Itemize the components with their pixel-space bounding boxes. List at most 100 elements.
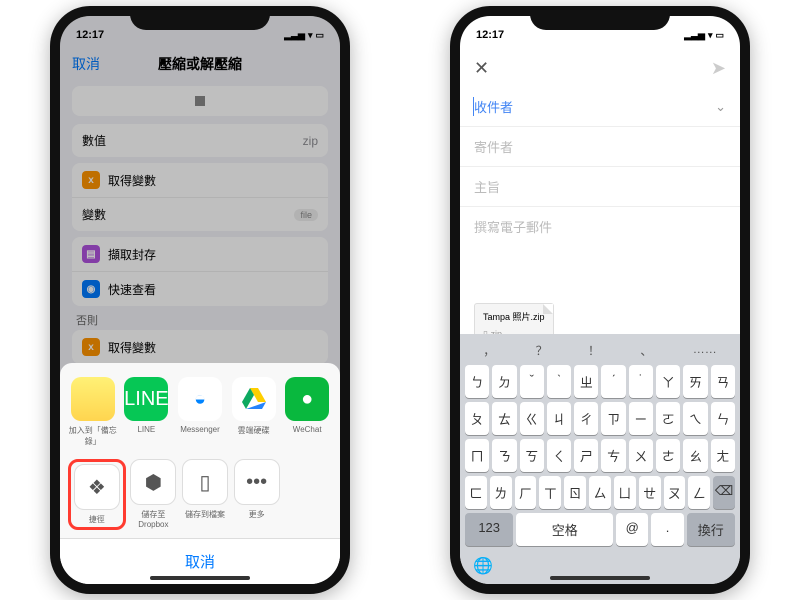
key-row-4: ㄈㄌㄏㄒㄖㄙㄩㄝㄡㄥ⌫ <box>463 476 737 509</box>
more-icon: ••• <box>234 459 280 505</box>
key-ㄧ[interactable]: ㄧ <box>629 402 653 435</box>
share-line-label: LINE <box>137 425 155 434</box>
share-files[interactable]: ▯ 儲存到檔案 <box>181 459 229 530</box>
sugg-2[interactable]: ！ <box>588 342 600 359</box>
space-key[interactable]: 空格 <box>516 513 613 546</box>
key-ㄙ[interactable]: ㄙ <box>589 476 611 509</box>
key-ˋ[interactable]: ˋ <box>547 365 571 398</box>
key-ㄩ[interactable]: ㄩ <box>614 476 636 509</box>
key-ㄑ[interactable]: ㄑ <box>547 439 571 472</box>
chevron-down-icon[interactable]: ⌄ <box>715 99 726 115</box>
at-key[interactable]: @ <box>616 513 648 546</box>
key-ㄓ[interactable]: ㄓ <box>574 365 598 398</box>
share-dropbox[interactable]: ⬢儲存至 Dropbox <box>129 459 177 530</box>
wifi-icon: ▾ <box>708 30 713 41</box>
suggestion-row: ， ？ ！ 、 …… <box>463 338 737 365</box>
subject-field[interactable]: 主旨 <box>460 167 740 207</box>
body-field[interactable]: 撰寫電子郵件 <box>460 207 740 297</box>
share-row-actions: ❖捷徑 ⬢儲存至 Dropbox ▯ 儲存到檔案 •••更多 <box>60 455 340 538</box>
sugg-1[interactable]: ？ <box>536 342 548 359</box>
send-button[interactable]: ➤ <box>711 58 726 79</box>
home-indicator[interactable] <box>550 576 650 580</box>
phone-left: 12:17 ▂▃▅ ▾ ▭ 取消 壓縮或解壓縮 數值 zip x 取得變數 變數 <box>50 6 350 594</box>
key-ㄥ[interactable]: ㄥ <box>688 476 710 509</box>
share-dropbox-label: 儲存至 Dropbox <box>129 509 177 529</box>
key-ㄛ[interactable]: ㄛ <box>656 402 680 435</box>
body-placeholder: 撰寫電子郵件 <box>474 220 552 235</box>
drive-icon <box>232 377 276 421</box>
key-ㄠ[interactable]: ㄠ <box>683 439 707 472</box>
to-field[interactable]: 收件者 ⌄ <box>460 87 740 127</box>
compose-header: ✕ ➤ <box>460 50 740 87</box>
from-field[interactable]: 寄件者 <box>460 127 740 167</box>
sugg-4[interactable]: …… <box>693 342 717 359</box>
key-ㄚ[interactable]: ㄚ <box>656 365 680 398</box>
key-ㄝ[interactable]: ㄝ <box>639 476 661 509</box>
key-ㄡ[interactable]: ㄡ <box>664 476 686 509</box>
key-ㄌ[interactable]: ㄌ <box>490 476 512 509</box>
key-ㄨ[interactable]: ㄨ <box>629 439 653 472</box>
return-key[interactable]: 換行 <box>687 513 735 546</box>
to-label: 收件者 <box>474 100 513 115</box>
messenger-icon: ◒ <box>178 377 222 421</box>
key-ㄋ[interactable]: ㄋ <box>492 439 516 472</box>
shortcuts-highlight: ❖捷徑 <box>68 459 126 530</box>
key-ㄤ[interactable]: ㄤ <box>711 439 735 472</box>
share-more[interactable]: •••更多 <box>233 459 281 530</box>
key-ㄟ[interactable]: ㄟ <box>683 402 707 435</box>
share-row-apps: 加入到「備忘錄」 LINE LINE ◒Messenger 雲端硬碟 ●WeCha… <box>60 373 340 455</box>
key-ㄈ[interactable]: ㄈ <box>465 476 487 509</box>
share-notes[interactable]: 加入到「備忘錄」 <box>69 377 117 447</box>
key-ㄅ[interactable]: ㄅ <box>465 365 489 398</box>
key-row-3: ㄇㄋㄎㄑㄕㄘㄨㄜㄠㄤ <box>463 439 737 472</box>
key-ㄍ[interactable]: ㄍ <box>520 402 544 435</box>
share-drive[interactable]: 雲端硬碟 <box>230 377 278 447</box>
key-ㄗ[interactable]: ㄗ <box>601 402 625 435</box>
sugg-3[interactable]: 、 <box>640 342 652 359</box>
status-icons: ▂▃▅ ▾ ▭ <box>684 30 724 41</box>
folder-icon: ▯ <box>182 459 228 505</box>
key-ㄇ[interactable]: ㄇ <box>465 439 489 472</box>
screen-left: 12:17 ▂▃▅ ▾ ▭ 取消 壓縮或解壓縮 數值 zip x 取得變數 變數 <box>60 16 340 584</box>
key-row-2: ㄆㄊㄍㄐㄔㄗㄧㄛㄟㄣ <box>463 402 737 435</box>
line-icon: LINE <box>124 377 168 421</box>
share-line[interactable]: LINE LINE <box>122 377 170 447</box>
from-label: 寄件者 <box>474 137 513 156</box>
key-˙[interactable]: ˙ <box>629 365 653 398</box>
share-notes-label: 加入到「備忘錄」 <box>69 425 117 447</box>
key-ㄞ[interactable]: ㄞ <box>683 365 707 398</box>
key-ㄐ[interactable]: ㄐ <box>547 402 571 435</box>
globe-row: 🌐 <box>463 550 737 578</box>
share-messenger[interactable]: ◒Messenger <box>176 377 224 447</box>
key-ㄣ[interactable]: ㄣ <box>711 402 735 435</box>
key-ㄉ[interactable]: ㄉ <box>492 365 516 398</box>
key-ˊ[interactable]: ˊ <box>601 365 625 398</box>
signal-icon: ▂▃▅ <box>684 30 705 41</box>
key-ㄔ[interactable]: ㄔ <box>574 402 598 435</box>
share-files-label: 儲存到檔案 <box>185 509 225 520</box>
key-ㄘ[interactable]: ㄘ <box>601 439 625 472</box>
sugg-0[interactable]: ， <box>483 342 495 359</box>
key-ㄆ[interactable]: ㄆ <box>465 402 489 435</box>
subject-label: 主旨 <box>474 177 500 196</box>
close-button[interactable]: ✕ <box>474 58 489 79</box>
key-ㄊ[interactable]: ㄊ <box>492 402 516 435</box>
key-ㄢ[interactable]: ㄢ <box>711 365 735 398</box>
key-ˇ[interactable]: ˇ <box>520 365 544 398</box>
key-ㄎ[interactable]: ㄎ <box>520 439 544 472</box>
notes-icon <box>71 377 115 421</box>
key-ㄏ[interactable]: ㄏ <box>515 476 537 509</box>
status-time: 12:17 <box>476 29 504 41</box>
dot-key[interactable]: . <box>651 513 683 546</box>
globe-icon[interactable]: 🌐 <box>473 558 493 575</box>
backspace-key[interactable]: ⌫ <box>713 476 735 509</box>
key-ㄕ[interactable]: ㄕ <box>574 439 598 472</box>
key-ㄜ[interactable]: ㄜ <box>656 439 680 472</box>
share-wechat[interactable]: ●WeChat <box>283 377 331 447</box>
key-ㄒ[interactable]: ㄒ <box>539 476 561 509</box>
home-indicator[interactable] <box>150 576 250 580</box>
key-ㄖ[interactable]: ㄖ <box>564 476 586 509</box>
share-shortcuts[interactable]: ❖捷徑 <box>73 464 121 525</box>
num-key[interactable]: 123 <box>465 513 513 546</box>
phone-right: 12:17 ▂▃▅ ▾ ▭ ✕ ➤ 收件者 ⌄ 寄件者 主旨 撰寫電子郵件 Ta… <box>450 6 750 594</box>
